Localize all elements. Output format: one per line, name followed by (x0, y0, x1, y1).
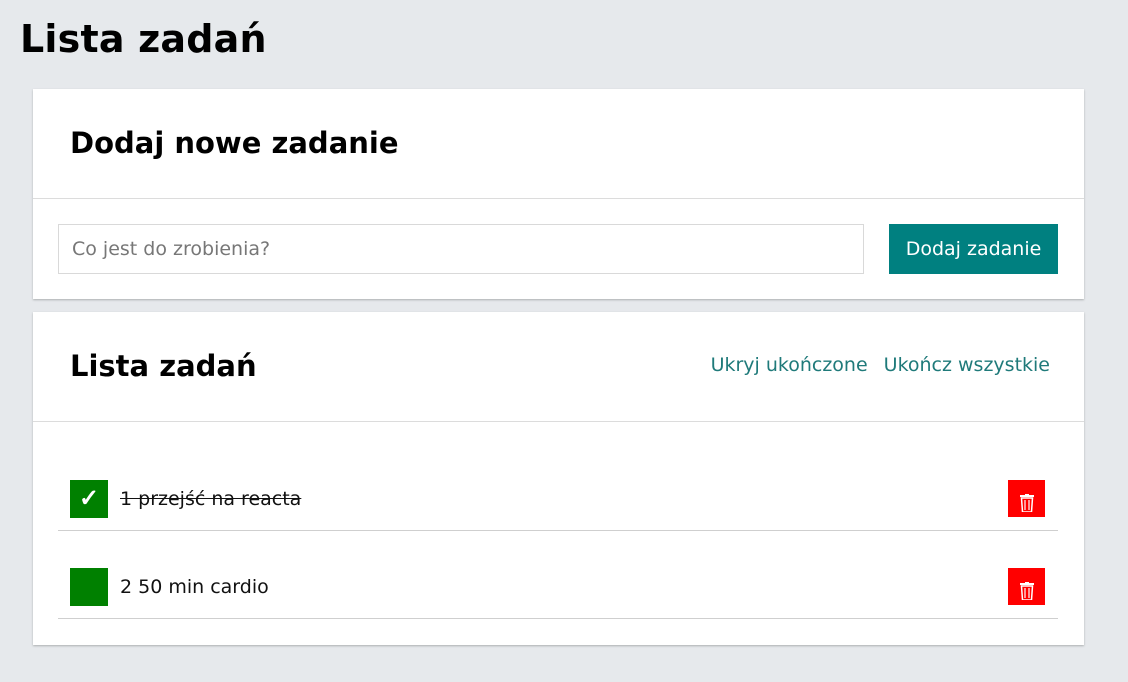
delete-task-button[interactable] (1008, 568, 1045, 605)
task-checkbox-checked[interactable]: ✓ (70, 480, 108, 518)
new-task-input[interactable] (58, 224, 864, 274)
checkmark-icon: ✓ (78, 485, 100, 512)
list-actions: Ukryj ukończone Ukończ wszystkie (711, 352, 1050, 378)
task-item: ✓ 1 przejść na reacta (58, 456, 1058, 531)
add-task-form: Dodaj zadanie (58, 224, 1058, 274)
task-list-panel: Lista zadań Ukryj ukończone Ukończ wszys… (33, 312, 1084, 645)
task-item: 2 50 min cardio (58, 531, 1058, 619)
complete-all-button[interactable]: Ukończ wszystkie (884, 352, 1050, 378)
task-list-title: Lista zadań (70, 349, 257, 383)
delete-task-button[interactable] (1008, 480, 1045, 517)
trash-icon (1019, 494, 1034, 512)
task-text: 1 przejść na reacta (120, 488, 302, 510)
task-checkbox-unchecked[interactable] (70, 568, 108, 606)
trash-icon (1019, 582, 1034, 600)
task-list-header: Lista zadań Ukryj ukończone Ukończ wszys… (33, 312, 1084, 422)
add-task-panel: Dodaj nowe zadanie Dodaj zadanie (33, 89, 1084, 299)
hide-done-button[interactable]: Ukryj ukończone (711, 352, 868, 378)
add-task-header: Dodaj nowe zadanie (33, 89, 1084, 199)
add-task-title: Dodaj nowe zadanie (70, 126, 399, 160)
task-list: ✓ 1 przejść na reacta 2 50 min cardio (58, 456, 1058, 619)
add-task-button[interactable]: Dodaj zadanie (889, 224, 1058, 274)
page-title: Lista zadań (20, 17, 267, 61)
task-text: 2 50 min cardio (120, 576, 269, 598)
